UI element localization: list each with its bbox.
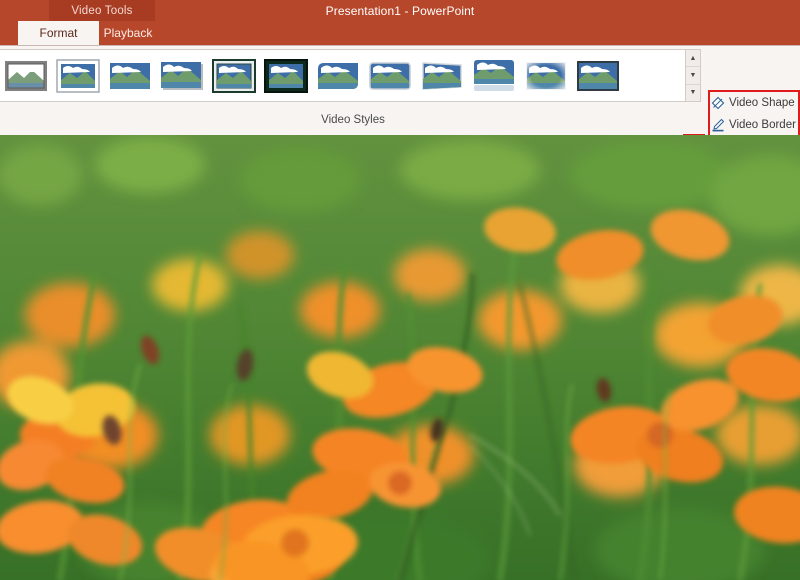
ribbon-tab-strip: Format Playback Tell me what you want to… <box>0 21 800 61</box>
video-style-thumbnail-selected[interactable] <box>260 53 312 99</box>
chevron-up-icon: ▲ <box>689 54 697 62</box>
more-chevron-icon: ▼ <box>689 89 697 97</box>
video-style-thumbnail[interactable] <box>104 53 156 99</box>
video-style-thumbnail[interactable] <box>572 53 624 99</box>
tab-playback[interactable]: Playback <box>81 21 175 45</box>
video-style-thumbnail[interactable] <box>416 53 468 99</box>
video-style-thumbnail[interactable] <box>468 53 520 99</box>
video-playback-area[interactable] <box>0 135 800 580</box>
video-style-thumbnail[interactable] <box>520 53 572 99</box>
chevron-down-icon: ▼ <box>689 71 697 79</box>
video-style-thumbnail[interactable] <box>312 53 364 99</box>
video-style-thumbnail[interactable] <box>0 53 52 99</box>
title-bar: Video Tools Presentation1 - PowerPoint <box>0 0 800 21</box>
video-styles-gallery[interactable] <box>0 49 686 102</box>
contextual-tab-header: Video Tools <box>49 0 155 21</box>
gallery-scroll-up-button[interactable]: ▲ <box>686 50 700 68</box>
gallery-more-button[interactable]: ▼ <box>686 85 700 101</box>
video-style-thumbnail-selected[interactable] <box>208 53 260 99</box>
video-styles-group-label: Video Styles <box>321 113 385 126</box>
ribbon-format-tab: ▲ ▼ ▼ Video Shape ▾ <box>0 45 800 181</box>
gallery-scroll-down-button[interactable]: ▼ <box>686 67 700 85</box>
video-style-thumbnail[interactable] <box>52 53 104 99</box>
video-style-thumbnail[interactable] <box>156 53 208 99</box>
gallery-scroll-arrows[interactable]: ▲ ▼ ▼ <box>686 49 701 102</box>
video-style-thumbnail[interactable] <box>364 53 416 99</box>
powerpoint-window: Video Tools Presentation1 - PowerPoint F… <box>0 0 800 580</box>
orange-cosmos-flower-field-video <box>0 135 800 580</box>
